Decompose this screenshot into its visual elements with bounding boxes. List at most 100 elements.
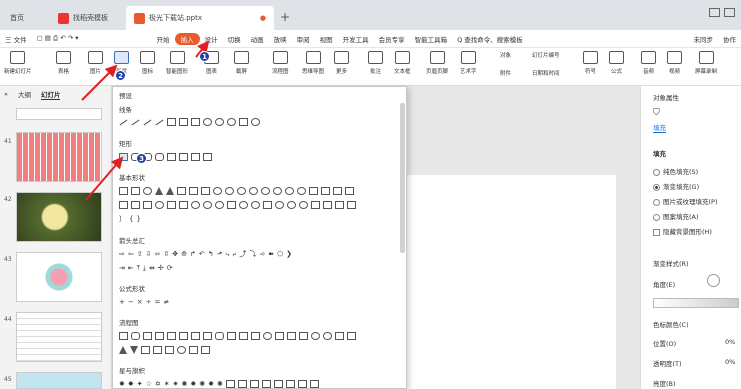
quad-arrow-shape[interactable]: ✥ (172, 250, 178, 258)
pattern-fill-option[interactable]: 图案填充(A) (653, 211, 699, 221)
brace-pair-shape[interactable] (335, 201, 344, 209)
rectangle-variant-shape[interactable] (191, 153, 200, 161)
sun-shape[interactable] (275, 201, 284, 209)
alternate-process-shape[interactable] (131, 332, 140, 340)
sort-shape[interactable] (347, 332, 356, 340)
symbol-button[interactable]: 符号 (583, 51, 598, 75)
collate-shape[interactable] (335, 332, 344, 340)
elbow-connector-shape[interactable] (179, 118, 188, 126)
screenshot-button[interactable]: 截屏 (234, 51, 249, 75)
position-value[interactable]: 0% (725, 338, 735, 346)
curve-shape[interactable] (203, 118, 212, 126)
slide-thumb-42[interactable] (16, 192, 102, 242)
wave-shape[interactable] (261, 380, 271, 388)
star10-shape[interactable]: ✺ (182, 380, 188, 388)
right-bracket-shape[interactable]: 〕 (119, 214, 126, 224)
left-right-up-arrow-shape[interactable]: ⟰ (181, 250, 187, 258)
object-button[interactable]: 对象 (500, 51, 511, 59)
textbox-button[interactable]: 文本框 (394, 51, 411, 75)
slide-thumb-40[interactable] (16, 108, 102, 120)
picture-fill-option[interactable]: 图片或纹理填充(P) (653, 196, 718, 206)
pentagon-shape[interactable] (213, 187, 222, 195)
menu-devtools[interactable]: 开发工具 (338, 34, 374, 44)
curved-right-arrow-shape[interactable]: ⤷ (225, 250, 229, 259)
merge-shape[interactable] (130, 346, 138, 354)
dodecagon-shape[interactable] (273, 187, 282, 195)
data-shape[interactable] (155, 332, 164, 340)
left-brace-shape[interactable]: { (129, 215, 133, 223)
diagonal-stripe-shape[interactable] (119, 201, 128, 209)
octagon-shape[interactable] (249, 187, 258, 195)
curve-shape[interactable] (215, 118, 224, 126)
left-callout-arrow-shape[interactable]: ⇤ (128, 264, 134, 272)
l-shape[interactable] (345, 187, 354, 195)
summing-junction-shape[interactable] (311, 332, 320, 340)
audio-button[interactable]: 音频 (641, 51, 656, 75)
extract-shape[interactable] (119, 346, 127, 354)
ribbon-shape[interactable] (225, 380, 235, 388)
curved-up-arrow-shape[interactable]: ⤴ (239, 249, 246, 259)
cross-shape[interactable] (131, 201, 140, 209)
textbox-shape[interactable] (131, 187, 140, 195)
star4-shape[interactable]: ✦ (137, 380, 143, 388)
menu-start[interactable]: 开始 (152, 34, 175, 44)
preparation-shape[interactable] (227, 332, 236, 340)
or-shape[interactable] (323, 332, 332, 340)
tab-template[interactable]: 找稻壳模板 (50, 6, 116, 30)
magnetic-disk-shape[interactable] (177, 346, 186, 354)
multidocument-shape[interactable] (203, 332, 212, 340)
donut-shape[interactable] (191, 201, 200, 209)
scribble-shape[interactable] (251, 118, 260, 126)
cube-shape[interactable] (167, 201, 176, 209)
tab-slides[interactable]: 幻灯片 (40, 89, 61, 100)
curve-shape[interactable] (227, 118, 236, 126)
manual-input-shape[interactable] (239, 332, 248, 340)
document-shape[interactable] (191, 332, 200, 340)
plus-shape[interactable]: + (119, 298, 125, 306)
menu-insert[interactable]: 插入 (174, 32, 200, 45)
line-shape[interactable] (155, 119, 164, 125)
offpage-connector-shape[interactable] (275, 332, 284, 340)
icon-button[interactable]: 图标 (140, 51, 155, 75)
smiley-face-shape[interactable] (239, 201, 248, 209)
gradient-bar[interactable] (653, 298, 739, 308)
stored-data-shape[interactable] (141, 346, 150, 354)
new-slide-button[interactable]: 新建幻灯片 (4, 51, 32, 75)
mindmap-button[interactable]: 思维导图 (302, 51, 324, 75)
rectangle-shape[interactable] (119, 153, 128, 161)
sequential-storage-shape[interactable] (165, 346, 174, 354)
right-triangle-shape[interactable] (166, 187, 174, 195)
bent-arrow-shape[interactable]: ↱ (190, 250, 196, 258)
tab-document[interactable]: 极光下载站.pptx ● (126, 6, 274, 30)
flag-shape[interactable] (297, 380, 307, 388)
double-wave-shape[interactable] (309, 380, 319, 388)
line-shape[interactable] (131, 119, 140, 125)
left-arrow-shape[interactable]: ⇦ (128, 250, 134, 258)
slide-number-button[interactable]: 幻灯片编号 (532, 51, 560, 59)
picture-button[interactable]: 图片 (88, 51, 103, 75)
elbow-connector-shape[interactable] (191, 118, 200, 126)
frame-shape[interactable] (321, 187, 330, 195)
decision-shape[interactable] (143, 332, 152, 340)
cloud-shape[interactable] (299, 201, 308, 209)
folded-corner-shape[interactable] (227, 201, 236, 209)
screen-record-button[interactable]: 屏幕录制 (695, 51, 717, 75)
rectangle-variant-shape[interactable] (179, 153, 188, 161)
restore-icon[interactable] (724, 8, 735, 17)
heptagon-shape[interactable] (237, 187, 246, 195)
left-bracket-shape[interactable] (347, 201, 356, 209)
menu-view[interactable]: 视图 (315, 34, 338, 44)
menu-design[interactable]: 设计 (200, 34, 223, 44)
minus-shape[interactable]: − (128, 298, 134, 306)
layout-icon[interactable] (709, 8, 720, 17)
quad-callout-arrow-shape[interactable]: ✢ (158, 264, 164, 272)
new-tab-icon[interactable]: + (280, 10, 290, 24)
slide-thumb-41[interactable] (16, 132, 102, 182)
video-button[interactable]: 视频 (667, 51, 682, 75)
table-button[interactable]: 表格 (56, 51, 71, 75)
process-shape[interactable] (119, 332, 128, 340)
quick-access-toolbar[interactable]: ▢ ▤ ⎙ ↶ ↷ ▾ (32, 34, 152, 43)
left-right-callout-arrow-shape[interactable]: ⇹ (149, 264, 155, 272)
comment-button[interactable]: 批注 (368, 51, 383, 75)
tab-home[interactable]: 首页 (0, 6, 32, 30)
